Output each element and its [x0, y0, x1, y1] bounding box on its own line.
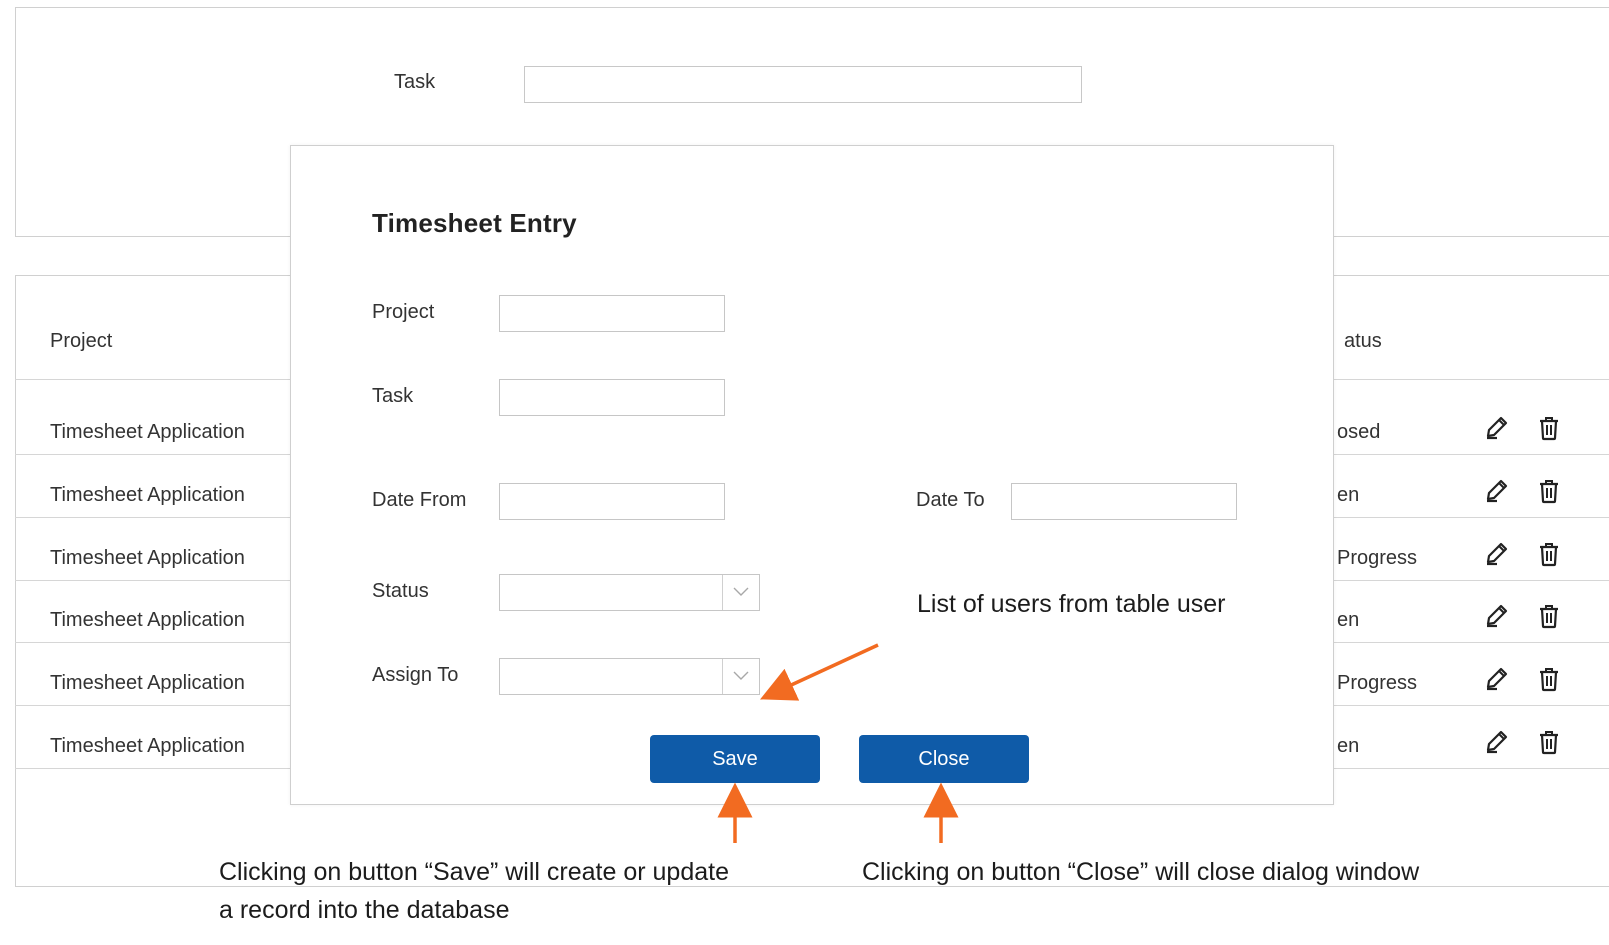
task-label: Task — [372, 385, 414, 407]
select-divider — [722, 575, 723, 610]
date-from-input[interactable] — [499, 483, 725, 520]
trash-icon[interactable] — [1538, 478, 1566, 506]
save-annotation: Clicking on button “Save” will create or… — [219, 858, 729, 924]
table-row-status: osed — [1337, 421, 1381, 443]
edit-icon[interactable] — [1484, 729, 1512, 757]
table-row-project: Timesheet Application — [50, 484, 245, 506]
date-from-label: Date From — [372, 489, 467, 511]
chevron-down-icon — [733, 587, 749, 596]
trash-icon[interactable] — [1538, 729, 1566, 757]
task-input[interactable] — [499, 379, 725, 416]
timesheet-entry-dialog — [290, 145, 1334, 805]
table-row-project: Timesheet Application — [50, 547, 245, 569]
column-header-status: atus — [1344, 330, 1382, 352]
table-row-status: en — [1337, 484, 1360, 506]
project-label: Project — [372, 301, 435, 323]
edit-icon[interactable] — [1484, 478, 1512, 506]
table-row-project: Timesheet Application — [50, 609, 245, 631]
edit-icon[interactable] — [1484, 541, 1512, 569]
chevron-down-icon — [733, 671, 749, 680]
table-row-status: en — [1337, 609, 1360, 631]
status-select[interactable] — [499, 574, 760, 611]
table-row-project: Timesheet Application — [50, 672, 245, 694]
trash-icon[interactable] — [1538, 603, 1566, 631]
close-annotation: Clicking on button “Close” will close di… — [862, 858, 1420, 886]
table-row-project: Timesheet Application — [50, 421, 245, 443]
table-row-project: Timesheet Application — [50, 735, 245, 757]
trash-icon[interactable] — [1538, 415, 1566, 443]
date-to-input[interactable] — [1011, 483, 1237, 520]
date-to-label: Date To — [916, 489, 985, 511]
close-button[interactable]: Close — [859, 735, 1029, 783]
trash-icon[interactable] — [1538, 541, 1566, 569]
project-input[interactable] — [499, 295, 725, 332]
assign-to-label: Assign To — [372, 664, 459, 686]
filter-task-label: Task — [394, 71, 436, 93]
table-row-status: Progress — [1337, 547, 1418, 569]
dialog-title: Timesheet Entry — [372, 208, 577, 238]
edit-icon[interactable] — [1484, 415, 1512, 443]
trash-icon[interactable] — [1538, 666, 1566, 694]
edit-icon[interactable] — [1484, 603, 1512, 631]
filter-task-input[interactable] — [524, 66, 1082, 103]
select-divider — [722, 659, 723, 694]
edit-icon[interactable] — [1484, 666, 1512, 694]
assign-to-select[interactable] — [499, 658, 760, 695]
status-label: Status — [372, 580, 429, 602]
table-row-status: en — [1337, 735, 1360, 757]
table-row-status: Progress — [1337, 672, 1418, 694]
save-button[interactable]: Save — [650, 735, 820, 783]
column-header-project: Project — [50, 330, 113, 352]
assign-to-annotation: List of users from table user — [917, 590, 1226, 618]
